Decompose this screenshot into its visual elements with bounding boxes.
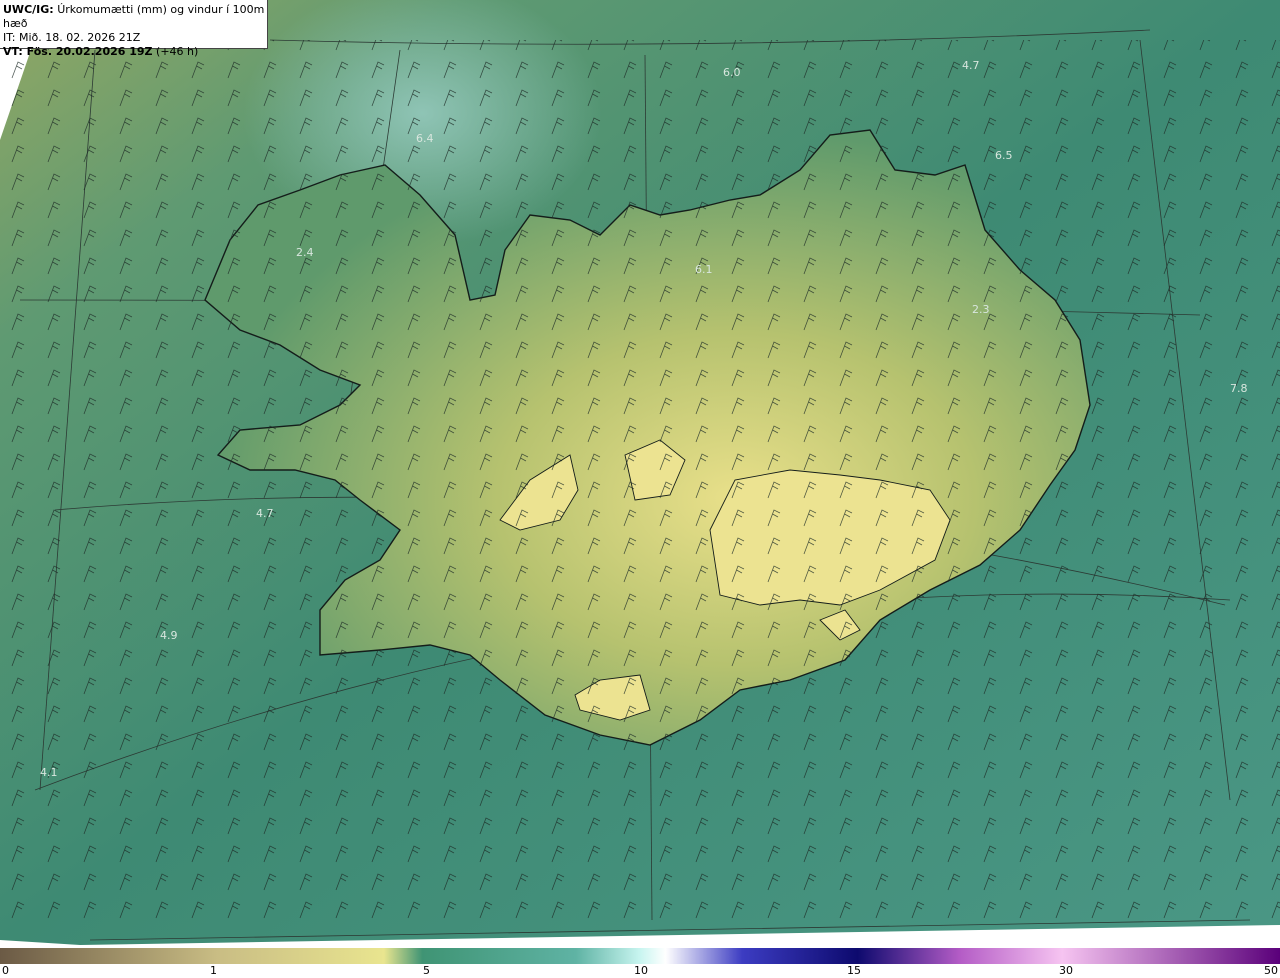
map-label: 2.4 <box>296 246 314 259</box>
map-label: 6.4 <box>416 132 434 145</box>
map-label: 7.8 <box>1230 382 1248 395</box>
map-label: 2.3 <box>972 303 990 316</box>
map-label: 4.7 <box>256 507 274 520</box>
wind-barbs-layer <box>0 40 1280 920</box>
map-label: 6.5 <box>995 149 1013 162</box>
colorbar-tick: 1 <box>210 964 217 977</box>
colorbar-tick: 50 <box>1264 964 1278 977</box>
header-line-2: IT: Mið. 18. 02. 2026 21Z <box>3 31 141 44</box>
colorbar-tick: 30 <box>1059 964 1073 977</box>
colorbar <box>0 948 1280 964</box>
colorbar-tick: 10 <box>634 964 648 977</box>
map-label: 4.9 <box>160 629 178 642</box>
header-line-1: UWC/IG: Úrkomumætti (mm) og vindur í 100… <box>3 3 265 30</box>
map-header: UWC/IG: Úrkomumætti (mm) og vindur í 100… <box>0 0 268 58</box>
map-label: 6.0 <box>723 66 741 79</box>
colorbar-tick: 15 <box>847 964 861 977</box>
header-line-3: VT: Fös. 20.02.2026 19Z (+46 h) <box>3 45 199 58</box>
colorbar-tick: 5 <box>423 964 430 977</box>
map-label: 4.7 <box>962 59 980 72</box>
colorbar-tick: 0 <box>2 964 9 977</box>
map-label: 6.1 <box>695 263 713 276</box>
map-label: 4.1 <box>40 766 58 779</box>
precipitation-wind-map: 6.0 4.7 6.4 6.5 2.4 6.1 2.3 7.8 4.7 4.9 … <box>0 0 1280 945</box>
